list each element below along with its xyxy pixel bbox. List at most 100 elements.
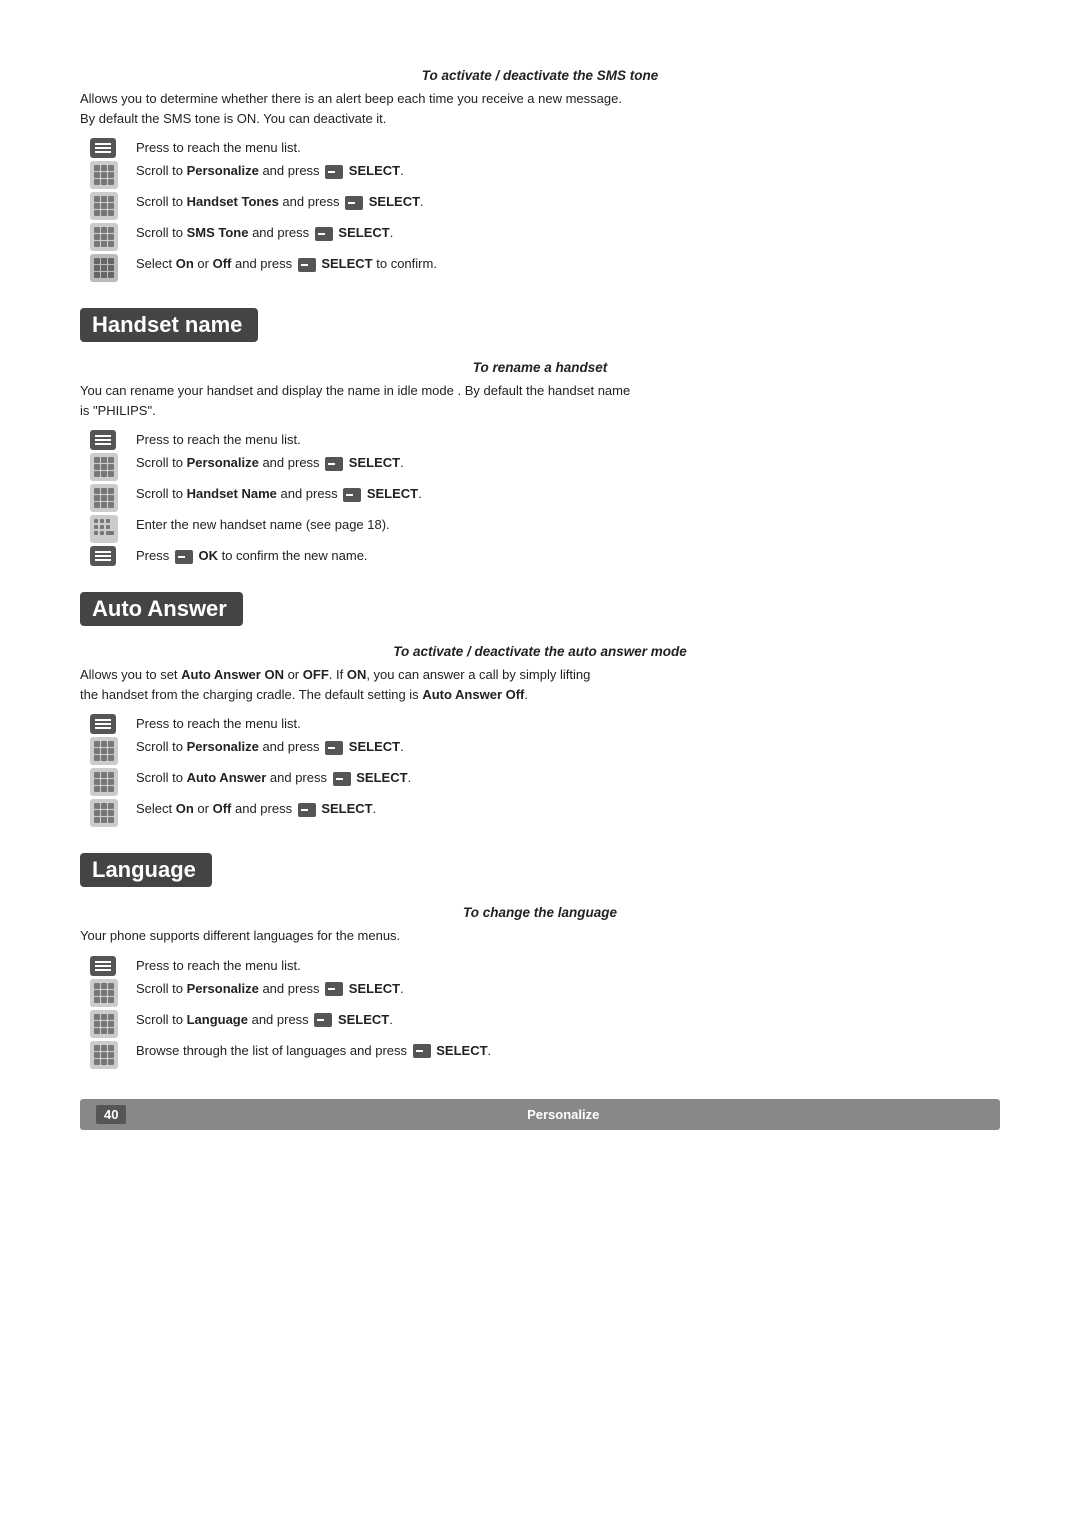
select-btn-icon	[325, 457, 343, 471]
auto-step-2: Scroll to Personalize and press SELECT.	[90, 737, 1000, 765]
menu-icon	[90, 714, 116, 734]
step-icon-grid-l4	[90, 1041, 126, 1069]
language-subsection-title: To change the language	[80, 905, 1000, 920]
step-icon-grid-3	[90, 192, 126, 220]
step-icon-grid-a2	[90, 737, 126, 765]
grid-icon	[90, 979, 118, 1007]
select-btn-icon	[298, 803, 316, 817]
grid-icon	[90, 799, 118, 827]
auto-answer-section: Auto Answer To activate / deactivate the…	[80, 574, 1000, 827]
handset-step-4-text: Enter the new handset name (see page 18)…	[136, 515, 1000, 535]
select-btn-icon	[325, 741, 343, 755]
handset-name-title: Handset name	[80, 308, 258, 342]
handset-step-2-text: Scroll to Personalize and press SELECT.	[136, 453, 1000, 473]
step-icon-menu-a1	[90, 714, 126, 734]
handset-name-steps: Press to reach the menu list.	[90, 430, 1000, 566]
auto-answer-description: Allows you to set Auto Answer ON or OFF.…	[80, 665, 1000, 704]
handset-name-description: You can rename your handset and display …	[80, 381, 1000, 420]
handset-step-5-text: Press OK to confirm the new name.	[136, 546, 1000, 566]
hash-icon	[90, 515, 118, 543]
select-btn-icon	[325, 982, 343, 996]
page-footer: 40 Personalize	[80, 1099, 1000, 1130]
select-btn-icon	[413, 1044, 431, 1058]
select-btn-icon	[298, 258, 316, 272]
sms-step-4-text: Scroll to SMS Tone and press SELECT.	[136, 223, 1000, 243]
grid-icon	[90, 737, 118, 765]
sms-step-2: Scroll to Personalize and press SELECT.	[90, 161, 1000, 189]
sms-step-1: Press to reach the menu list.	[90, 138, 1000, 158]
auto-step-3: Scroll to Auto Answer and press SELECT.	[90, 768, 1000, 796]
handset-step-1-text: Press to reach the menu list.	[136, 430, 1000, 450]
handset-step-1: Press to reach the menu list.	[90, 430, 1000, 450]
grid-icon	[90, 484, 118, 512]
sms-step-1-text: Press to reach the menu list.	[136, 138, 1000, 158]
select-btn-icon	[315, 227, 333, 241]
handset-name-subsection-title: To rename a handset	[80, 360, 1000, 375]
handset-name-section: Handset name To rename a handset You can…	[80, 290, 1000, 566]
grid-icon	[90, 161, 118, 189]
sms-steps: Press to reach the menu list.	[90, 138, 1000, 282]
auto-answer-steps: Press to reach the menu list.	[90, 714, 1000, 827]
handset-step-3: Scroll to Handset Name and press SELECT.	[90, 484, 1000, 512]
sms-step-3-text: Scroll to Handset Tones and press SELECT…	[136, 192, 1000, 212]
step-icon-grid-l2	[90, 979, 126, 1007]
auto-step-4-text: Select On or Off and press SELECT.	[136, 799, 1000, 819]
menu-icon	[90, 430, 116, 450]
sms-step-5-text: Select On or Off and press SELECT to con…	[136, 254, 1000, 274]
step-icon-menu	[90, 138, 126, 158]
footer-section-title: Personalize	[142, 1107, 984, 1122]
menu-icon	[90, 956, 116, 976]
lang-step-3-text: Scroll to Language and press SELECT.	[136, 1010, 1000, 1030]
handset-step-3-text: Scroll to Handset Name and press SELECT.	[136, 484, 1000, 504]
sms-step-4: Scroll to SMS Tone and press SELECT.	[90, 223, 1000, 251]
lang-step-3: Scroll to Language and press SELECT.	[90, 1010, 1000, 1038]
step-icon-grid-a3	[90, 768, 126, 796]
step-icon-menu-h5	[90, 546, 126, 566]
auto-step-1-text: Press to reach the menu list.	[136, 714, 1000, 734]
menu-icon	[90, 546, 116, 566]
step-icon-hash	[90, 515, 126, 543]
page-number: 40	[96, 1105, 126, 1124]
select-btn-icon	[314, 1013, 332, 1027]
select-btn-icon	[345, 196, 363, 210]
grid-icon	[90, 768, 118, 796]
sms-step-5: Select On or Off and press SELECT to con…	[90, 254, 1000, 282]
step-icon-grid-5	[90, 254, 126, 282]
lang-step-1-text: Press to reach the menu list.	[136, 956, 1000, 976]
lang-step-4-text: Browse through the list of languages and…	[136, 1041, 1000, 1061]
step-icon-grid-h2	[90, 453, 126, 481]
select-btn-icon	[325, 165, 343, 179]
language-steps: Press to reach the menu list.	[90, 956, 1000, 1069]
step-icon-grid-4	[90, 223, 126, 251]
auto-step-2-text: Scroll to Personalize and press SELECT.	[136, 737, 1000, 757]
step-icon-grid-l3	[90, 1010, 126, 1038]
sms-tone-section: To activate / deactivate the SMS tone Al…	[80, 68, 1000, 282]
language-section: Language To change the language Your pho…	[80, 835, 1000, 1069]
ok-btn-icon	[175, 550, 193, 564]
sms-step-3: Scroll to Handset Tones and press SELECT…	[90, 192, 1000, 220]
step-icon-grid-a4	[90, 799, 126, 827]
auto-step-3-text: Scroll to Auto Answer and press SELECT.	[136, 768, 1000, 788]
language-title: Language	[80, 853, 212, 887]
lang-step-2-text: Scroll to Personalize and press SELECT.	[136, 979, 1000, 999]
grid-icon	[90, 1010, 118, 1038]
step-icon-menu-h1	[90, 430, 126, 450]
auto-answer-title: Auto Answer	[80, 592, 243, 626]
sms-subsection-title: To activate / deactivate the SMS tone	[80, 68, 1000, 83]
sms-step-2-text: Scroll to Personalize and press SELECT.	[136, 161, 1000, 181]
grid-icon	[90, 1041, 118, 1069]
step-icon-menu-l1	[90, 956, 126, 976]
grid-icon	[90, 192, 118, 220]
lang-step-1: Press to reach the menu list.	[90, 956, 1000, 976]
step-icon-grid-2	[90, 161, 126, 189]
handset-step-5: Press OK to confirm the new name.	[90, 546, 1000, 566]
grid-icon	[90, 453, 118, 481]
grid-icon	[90, 223, 118, 251]
lang-step-2: Scroll to Personalize and press SELECT.	[90, 979, 1000, 1007]
page-content: To activate / deactivate the SMS tone Al…	[80, 68, 1000, 1130]
menu-icon	[90, 138, 116, 158]
handset-step-4: Enter the new handset name (see page 18)…	[90, 515, 1000, 543]
language-description: Your phone supports different languages …	[80, 926, 1000, 946]
select-btn-icon	[333, 772, 351, 786]
sms-description: Allows you to determine whether there is…	[80, 89, 1000, 128]
